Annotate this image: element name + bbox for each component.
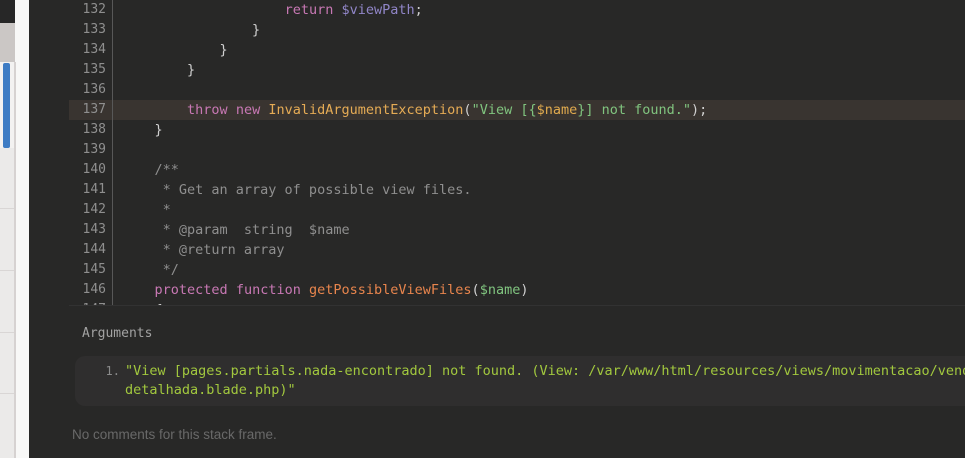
line-code [106,80,122,100]
argument-index: 1. [75,364,120,406]
sidebar-gutter [16,0,30,458]
line-number: 146 [69,280,106,300]
argument-value-line: "View [pages.partials.nada-encontrado] n… [125,362,965,381]
frame-details-panel: 132 return $viewPath;133 }134 }135 }1361… [29,0,965,458]
line-code: * @return array [106,240,285,260]
line-code: return $viewPath; [106,0,423,20]
line-number: 141 [69,180,106,200]
gutter-divider [112,0,113,305]
line-code: throw new InvalidArgumentException("View… [106,100,707,120]
line-code: /** [106,160,179,180]
line-code: { [106,300,163,306]
line-code: * [106,200,171,220]
code-line: 134 } [69,40,965,60]
argument-value: "View [pages.partials.nada-encontrado] n… [125,362,965,406]
code-line: 136 [69,80,965,100]
code-line: 147 { [69,300,965,306]
line-code: * Get an array of possible view files. [106,180,472,200]
line-number: 144 [69,240,106,260]
line-number: 136 [69,80,106,100]
code-line: 144 * @return array [69,240,965,260]
line-code: } [106,40,228,60]
code-line: 142 * [69,200,965,220]
line-number: 139 [69,140,106,160]
scrollbar-thumb[interactable] [3,63,10,148]
line-code: } [106,60,195,80]
argument-value-line: detalhada.blade.php)" [125,381,965,400]
frame-item-separator [0,270,14,271]
code-line: 132 return $viewPath; [69,0,965,20]
line-code [106,140,122,160]
line-code: * @param string $name [106,220,350,240]
line-number: 142 [69,200,106,220]
whoops-error-page: 132 return $viewPath;133 }134 }135 }1361… [0,0,965,458]
line-number: 137 [69,100,106,120]
line-number: 133 [69,20,106,40]
frame-item-separator [0,332,14,333]
frames-list-edge[interactable] [0,148,14,458]
line-code: } [106,120,163,140]
line-number: 147 [69,300,106,306]
code-line-highlighted: 137 throw new InvalidArgumentException("… [69,100,965,120]
sidebar-subheader-block [0,23,15,62]
sidebar-header-block [0,0,15,23]
line-number: 135 [69,60,106,80]
code-line: 141 * Get an array of possible view file… [69,180,965,200]
arguments-heading: Arguments [82,326,152,341]
code-line: 133 } [69,20,965,40]
code-line: 146 protected function getPossibleViewFi… [69,280,965,300]
frame-comments-empty: No comments for this stack frame. [72,427,277,442]
line-code: protected function getPossibleViewFiles(… [106,280,528,300]
line-number: 145 [69,260,106,280]
line-code: */ [106,260,179,280]
arguments-box: 1. "View [pages.partials.nada-encontrado… [75,356,965,406]
frame-item-separator [0,208,14,209]
stack-frames-sidebar-edge [0,0,14,458]
line-number: 132 [69,0,106,20]
line-number: 143 [69,220,106,240]
line-number: 140 [69,160,106,180]
line-number: 134 [69,40,106,60]
code-line: 139 [69,140,965,160]
line-number: 138 [69,120,106,140]
sidebar-scroll-track[interactable] [0,62,14,148]
code-viewer: 132 return $viewPath;133 }134 }135 }1361… [69,0,965,306]
code-line: 145 */ [69,260,965,280]
line-code: } [106,20,260,40]
code-line: 135 } [69,60,965,80]
code-line: 143 * @param string $name [69,220,965,240]
code-line: 140 /** [69,160,965,180]
frame-item-separator [0,393,14,394]
code-line: 138 } [69,120,965,140]
